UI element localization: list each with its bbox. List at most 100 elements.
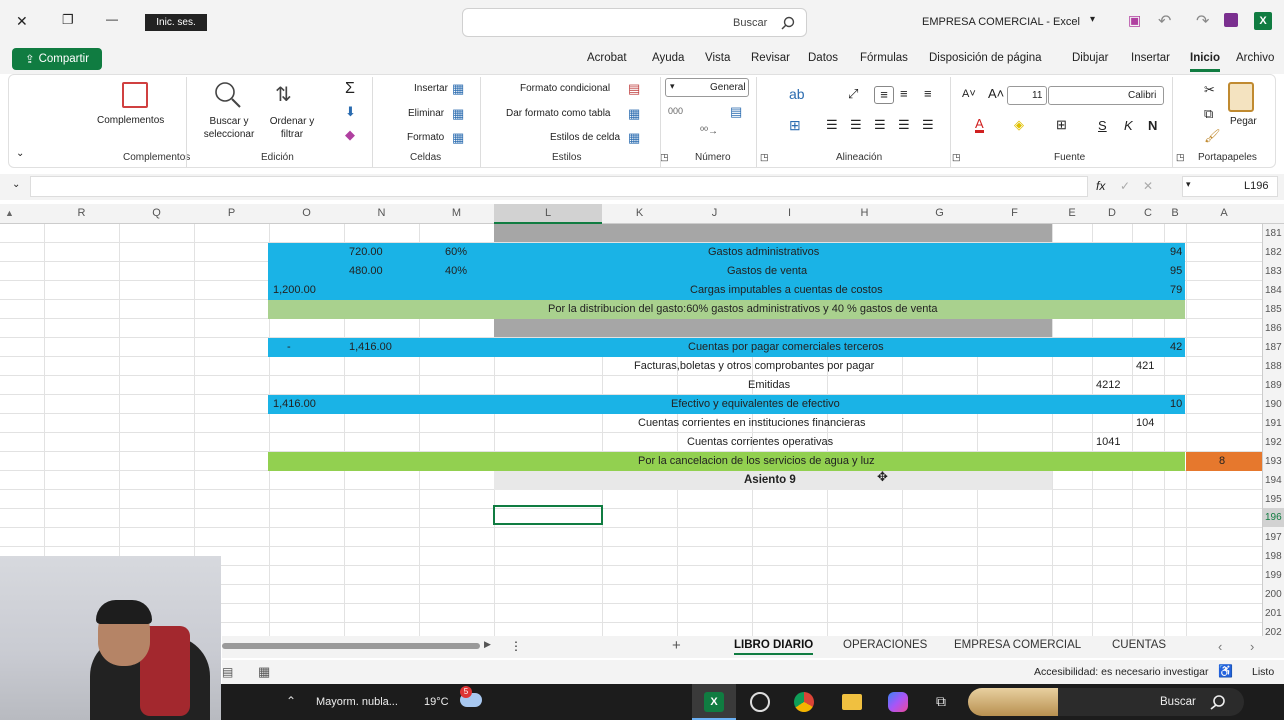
align-top-icon[interactable]: ≡ bbox=[874, 86, 894, 104]
align-center-icon[interactable]: ☰ bbox=[850, 117, 862, 133]
close-button[interactable]: ✕ bbox=[16, 13, 28, 30]
wrap-text-icon[interactable]: ab bbox=[789, 86, 805, 102]
formato-button[interactable]: Formato bbox=[407, 132, 444, 143]
minimize-button[interactable]: — bbox=[106, 12, 118, 26]
col-J[interactable]: J bbox=[677, 207, 752, 219]
confirm-icon[interactable]: ✓ bbox=[1120, 179, 1130, 193]
borders-icon[interactable]: ⊞ bbox=[1056, 117, 1067, 133]
share-button[interactable]: ⇪ Compartir bbox=[12, 48, 102, 70]
normal-view-icon[interactable]: ▤ bbox=[222, 665, 233, 679]
cancel-icon[interactable]: ✕ bbox=[1143, 179, 1153, 193]
indent-icon[interactable]: ☰ bbox=[898, 117, 910, 133]
menu-disposicion[interactable]: Disposición de página bbox=[929, 52, 1042, 64]
row-number[interactable]: 193 bbox=[1265, 456, 1282, 467]
redo-icon[interactable]: ↷ bbox=[1196, 11, 1209, 31]
add-sheet-icon[interactable]: + bbox=[672, 637, 681, 654]
decimal-icon[interactable]: ⁰⁰→ bbox=[700, 126, 718, 137]
bold-icon[interactable]: N bbox=[1148, 118, 1157, 133]
col-A[interactable]: A bbox=[1186, 207, 1262, 219]
col-G[interactable]: G bbox=[902, 207, 977, 219]
signin-button[interactable]: Inic. ses. bbox=[145, 14, 207, 31]
tab-operaciones[interactable]: OPERACIONES bbox=[843, 639, 927, 651]
fill-color-icon[interactable]: ◈ bbox=[1014, 117, 1024, 133]
complementos-icon[interactable] bbox=[122, 82, 148, 108]
formato-condicional-button[interactable]: Formato condicional bbox=[520, 83, 610, 94]
ribbon-collapse-icon[interactable]: ⌄ bbox=[16, 148, 24, 159]
weather-text[interactable]: Mayorm. nubla... bbox=[316, 696, 398, 708]
row-number[interactable]: 184 bbox=[1265, 285, 1282, 296]
row-number[interactable]: 185 bbox=[1265, 304, 1282, 315]
col-H[interactable]: H bbox=[827, 207, 902, 219]
merge-icon[interactable]: ⊞ bbox=[789, 117, 801, 134]
col-M[interactable]: M bbox=[419, 207, 494, 219]
row-number[interactable]: 181 bbox=[1265, 228, 1282, 239]
estilos-celda-button[interactable]: Estilos de celda bbox=[550, 132, 620, 143]
undo-icon[interactable]: ↶ bbox=[1158, 11, 1171, 31]
col-L[interactable]: L bbox=[494, 207, 602, 219]
row-number[interactable]: 187 bbox=[1265, 342, 1282, 353]
menu-formulas[interactable]: Fórmulas bbox=[860, 52, 908, 64]
numero-launcher-icon[interactable]: ◳ bbox=[760, 152, 769, 163]
table-format-icon[interactable]: ▦ bbox=[628, 106, 640, 122]
tab-cuentas[interactable]: CUENTAS bbox=[1112, 639, 1166, 651]
autosum-icon[interactable]: Σ bbox=[345, 80, 355, 98]
restore-button[interactable]: ❐ bbox=[62, 12, 74, 28]
col-P[interactable]: P bbox=[194, 207, 269, 219]
row-number-selected[interactable]: 196 bbox=[1263, 508, 1284, 527]
search-box[interactable]: Buscar bbox=[462, 8, 807, 37]
alineacion-launcher-icon[interactable]: ◳ bbox=[952, 152, 961, 163]
col-Q[interactable]: Q bbox=[119, 207, 194, 219]
outdent-icon[interactable]: ☰ bbox=[922, 117, 934, 133]
clear-icon[interactable]: ◆ bbox=[345, 127, 355, 143]
save-icon[interactable] bbox=[1224, 13, 1238, 27]
chevron-down-icon[interactable]: ▾ bbox=[1186, 179, 1191, 190]
menu-insertar[interactable]: Insertar bbox=[1131, 52, 1170, 64]
tab-empresa-comercial[interactable]: EMPRESA COMERCIAL bbox=[954, 639, 1081, 651]
sort-icon[interactable]: ⇅ bbox=[275, 82, 292, 107]
recorder-icon[interactable] bbox=[750, 692, 770, 712]
dar-formato-tabla-button[interactable]: Dar formato como tabla bbox=[506, 108, 611, 119]
row-number[interactable]: 194 bbox=[1265, 475, 1282, 486]
scroll-right-icon[interactable]: ▶ bbox=[484, 639, 491, 650]
file-explorer-icon[interactable] bbox=[842, 694, 862, 710]
col-D[interactable]: D bbox=[1092, 207, 1132, 219]
delete-cells-icon[interactable]: ▦ bbox=[452, 106, 464, 122]
row-number[interactable]: 189 bbox=[1265, 380, 1282, 391]
format-painter-icon[interactable]: 🖌 bbox=[1204, 128, 1221, 144]
eliminar-button[interactable]: Eliminar bbox=[408, 108, 444, 119]
ordenar-button[interactable]: Ordenar y filtrar bbox=[262, 115, 322, 141]
align-middle-icon[interactable]: ≡ bbox=[900, 86, 908, 101]
fx-button[interactable]: fx bbox=[1096, 179, 1105, 193]
row-number[interactable]: 195 bbox=[1265, 494, 1282, 505]
col-I[interactable]: I bbox=[752, 207, 827, 219]
row-number[interactable]: 182 bbox=[1265, 247, 1282, 258]
qat-dropdown-icon[interactable]: ▾ bbox=[1090, 14, 1095, 25]
col-B[interactable]: B bbox=[1164, 207, 1186, 219]
align-bottom-icon[interactable]: ≡ bbox=[924, 86, 932, 101]
prev-sheet-icon[interactable]: ‹ bbox=[1218, 639, 1222, 654]
underline-icon[interactable]: S bbox=[1098, 118, 1107, 133]
conditional-format-icon[interactable]: ▤ bbox=[628, 81, 640, 97]
row-number[interactable]: 191 bbox=[1265, 418, 1282, 429]
format-icon[interactable]: ▣ bbox=[1128, 12, 1141, 29]
menu-archivo[interactable]: Archivo bbox=[1236, 52, 1274, 64]
copilot-icon[interactable] bbox=[888, 692, 908, 712]
row-number[interactable]: 199 bbox=[1265, 570, 1282, 581]
pegar-button[interactable]: Pegar bbox=[1230, 116, 1257, 127]
menu-ayuda[interactable]: Ayuda bbox=[652, 52, 684, 64]
scroll-up-icon[interactable]: ▲ bbox=[5, 208, 14, 218]
thousands-icon[interactable]: 000 bbox=[668, 106, 683, 116]
menu-inicio[interactable]: Inicio bbox=[1190, 52, 1220, 64]
chrome-icon[interactable] bbox=[794, 692, 814, 712]
row-number[interactable]: 190 bbox=[1265, 399, 1282, 410]
find-icon[interactable] bbox=[212, 80, 242, 110]
up-arrow-icon[interactable]: ⌃ bbox=[286, 694, 296, 708]
menu-vista[interactable]: Vista bbox=[705, 52, 730, 64]
row-number[interactable]: 192 bbox=[1265, 437, 1282, 448]
row-number[interactable]: 201 bbox=[1265, 608, 1282, 619]
grow-font-icon[interactable]: A˄ bbox=[988, 86, 1004, 101]
col-E[interactable]: E bbox=[1052, 207, 1092, 219]
orientation-icon[interactable]: ⤢ bbox=[848, 86, 858, 102]
col-C[interactable]: C bbox=[1132, 207, 1164, 219]
row-number[interactable]: 186 bbox=[1265, 323, 1282, 334]
